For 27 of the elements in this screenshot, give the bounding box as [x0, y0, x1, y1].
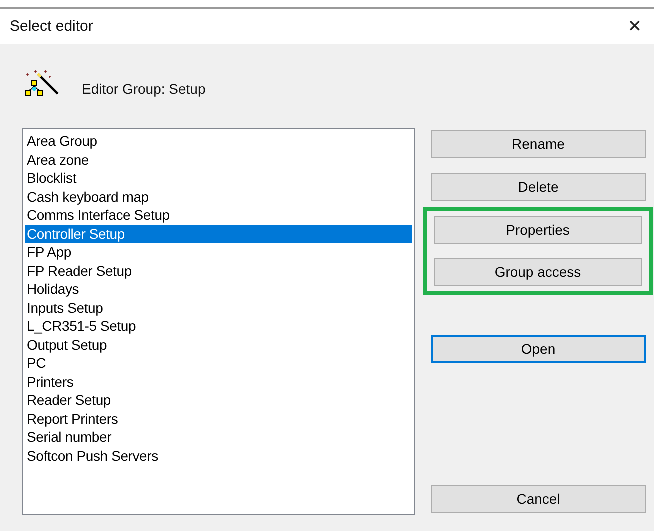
list-item[interactable]: L_CR351-5 Setup: [25, 317, 412, 336]
list-item[interactable]: Reader Setup: [25, 391, 412, 410]
dialog-button[interactable]: Delete: [431, 173, 646, 201]
dialog-button[interactable]: Cancel: [431, 485, 646, 513]
list-item[interactable]: Area zone: [25, 150, 412, 169]
list-item[interactable]: Serial number: [25, 428, 412, 446]
editor-group-label: Editor Group: Setup: [82, 81, 206, 97]
list-item[interactable]: FP Reader Setup: [25, 262, 412, 280]
list-item[interactable]: Area Group: [25, 132, 412, 150]
dialog-button[interactable]: Open: [431, 335, 646, 363]
list-item[interactable]: Inputs Setup: [25, 298, 412, 317]
list-item[interactable]: FP App: [25, 243, 412, 262]
list-item[interactable]: Comms Interface Setup: [25, 206, 412, 224]
dialog-button[interactable]: Properties: [434, 216, 642, 244]
dialog-button[interactable]: Group access: [434, 258, 642, 286]
list-item[interactable]: Cash keyboard map: [25, 188, 412, 206]
list-item[interactable]: Softcon Push Servers: [25, 446, 412, 465]
dialog-button[interactable]: Rename: [431, 130, 646, 158]
list-item[interactable]: Output Setup: [25, 336, 412, 354]
close-button[interactable]: ✕: [624, 16, 646, 36]
list-item[interactable]: Controller Setup: [25, 224, 412, 243]
list-item[interactable]: Report Printers: [25, 410, 412, 428]
list-item[interactable]: Holidays: [25, 280, 412, 298]
window-title: Select editor: [10, 18, 94, 35]
list-item[interactable]: Blocklist: [25, 169, 412, 188]
list-item[interactable]: PC: [25, 354, 412, 372]
list-item[interactable]: Printers: [25, 372, 412, 391]
